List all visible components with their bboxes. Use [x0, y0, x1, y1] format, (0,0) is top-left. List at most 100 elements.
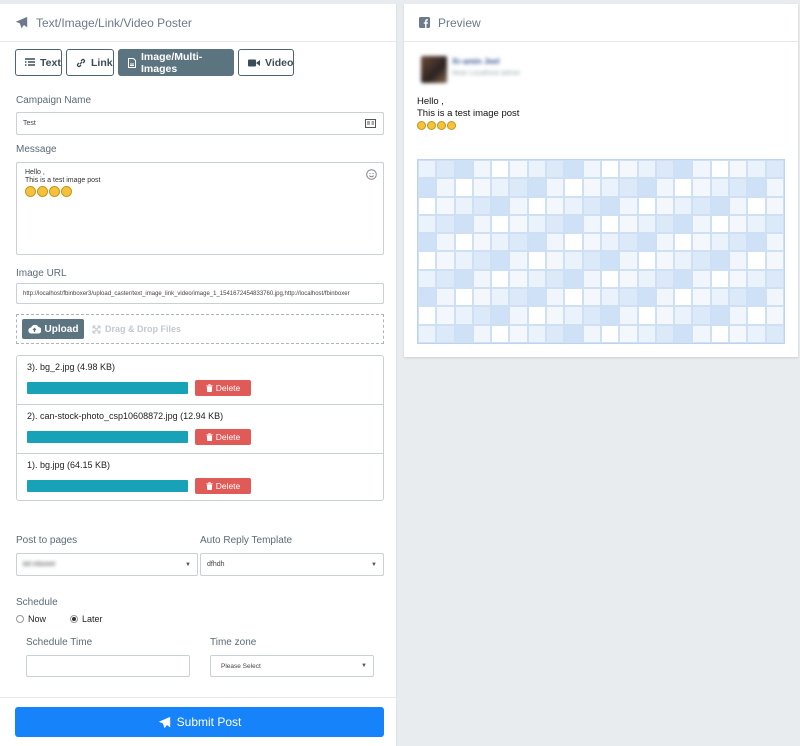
- radio-now[interactable]: Now: [16, 614, 46, 624]
- delete-button[interactable]: Delete: [195, 380, 251, 396]
- trash-icon: [205, 433, 213, 441]
- poster-panel-header: Text/Image/Link/Video Poster: [0, 4, 396, 42]
- caret-down-icon: ▼: [185, 561, 191, 568]
- image-url-label: Image URL: [16, 268, 67, 279]
- preview-page-sub: Near Localhost admin: [452, 70, 521, 77]
- emoji-icon: [437, 120, 446, 130]
- tab-link-label: Link: [91, 56, 113, 69]
- image-url-input[interactable]: http://localhost/fbinboxer3/upload_caste…: [16, 283, 384, 304]
- auto-reply-label: Auto Reply Template: [200, 535, 293, 546]
- progress-bar: [27, 431, 188, 443]
- list-item: 3). bg_2.jpg (4.98 KB) Delete: [17, 356, 383, 405]
- timezone-value: Please Select: [221, 662, 261, 670]
- drag-drop-hint: Drag & Drop Files: [92, 324, 181, 334]
- paper-plane-icon: [15, 16, 28, 29]
- timezone-select[interactable]: Please Select ▼: [210, 655, 374, 677]
- preview-line-1: Hello ,: [417, 96, 444, 107]
- preview-panel-header: Preview: [404, 4, 798, 42]
- schedule-time-input[interactable]: [26, 655, 190, 677]
- message-label: Message: [16, 144, 57, 155]
- id-card-icon: [365, 119, 376, 128]
- emoji-picker-icon[interactable]: [366, 169, 377, 180]
- radio-later[interactable]: Later: [70, 614, 103, 624]
- delete-label: Delete: [215, 383, 241, 393]
- preview-line-2: This is a test image post: [417, 108, 520, 119]
- emoji-icon: [37, 186, 48, 197]
- auto-reply-value: dfhdh: [207, 561, 225, 568]
- emoji-icon: [49, 186, 60, 197]
- upload-button-label: Upload: [44, 323, 79, 335]
- upload-zone[interactable]: Upload Drag & Drop Files: [16, 314, 384, 344]
- preview-panel-title: Preview: [438, 15, 481, 30]
- emoji-icon: [61, 186, 72, 197]
- poster-panel: Text/Image/Link/Video Poster Text Link I…: [0, 4, 397, 746]
- uploaded-files-list: 3). bg_2.jpg (4.98 KB) Delete 2). can-st…: [16, 355, 384, 501]
- post-type-tabs: Text Link Image/Multi-Images Video: [15, 49, 298, 76]
- trash-icon: [205, 482, 213, 490]
- emoji-icon: [447, 120, 456, 130]
- message-line-1: Hello ,: [25, 169, 45, 176]
- expand-arrows-icon: [92, 324, 101, 334]
- auto-reply-select[interactable]: dfhdh ▼: [200, 553, 384, 576]
- campaign-name-input[interactable]: Test: [16, 112, 384, 135]
- preview-page-name: Xr-amin Jeel: [452, 57, 500, 66]
- schedule-label: Schedule: [16, 597, 58, 608]
- preview-panel: Preview Xr-amin Jeel Near Localhost admi…: [404, 4, 798, 357]
- message-line-2: This is a test image post: [25, 177, 101, 184]
- progress-bar: [27, 382, 188, 394]
- tab-text[interactable]: Text: [15, 49, 62, 76]
- post-to-pages-value: bd inboxer: [23, 561, 56, 568]
- progress-bar: [27, 480, 188, 492]
- emoji-icon: [25, 186, 36, 197]
- submit-post-button[interactable]: Submit Post: [15, 707, 384, 737]
- list-item: 1). bg.jpg (64.15 KB) Delete: [17, 454, 383, 503]
- cloud-upload-icon: [27, 324, 41, 334]
- radio-later-label: Later: [82, 614, 103, 624]
- radio-now-label: Now: [28, 614, 47, 624]
- image-url-value: http://localhost/fbinboxer3/upload_caste…: [23, 290, 350, 297]
- tab-video[interactable]: Video: [238, 49, 294, 76]
- emoji-icon: [417, 120, 426, 130]
- facebook-icon: [419, 17, 430, 28]
- schedule-time-label: Schedule Time: [26, 637, 93, 648]
- submit-post-label: Submit Post: [176, 715, 242, 729]
- tab-image-label: Image/Multi-Images: [141, 50, 203, 75]
- post-to-pages-select[interactable]: bd inboxer ▼: [16, 553, 198, 576]
- upload-button[interactable]: Upload: [22, 319, 84, 339]
- tab-image-multi-images[interactable]: Image/Multi-Images: [118, 49, 234, 76]
- post-to-pages-label: Post to pages: [16, 535, 78, 546]
- message-emojis: [25, 186, 375, 197]
- drag-drop-label: Drag & Drop Files: [105, 324, 182, 334]
- tab-link[interactable]: Link: [66, 49, 114, 76]
- file-name: 3). bg_2.jpg (4.98 KB): [27, 362, 116, 372]
- caret-down-icon: ▼: [361, 663, 367, 669]
- file-name: 1). bg.jpg (64.15 KB): [27, 460, 111, 470]
- tab-video-label: Video: [265, 56, 294, 69]
- message-textarea[interactable]: Hello , This is a test image post: [16, 162, 384, 255]
- preview-emojis: [417, 120, 519, 132]
- video-icon: [248, 59, 260, 67]
- preview-post-text: Hello , This is a test image post: [417, 96, 519, 132]
- text-icon: [25, 58, 35, 67]
- caret-down-icon: ▼: [371, 561, 377, 568]
- radio-later-circle: [70, 615, 78, 623]
- poster-panel-title: Text/Image/Link/Video Poster: [36, 15, 192, 30]
- delete-label: Delete: [215, 481, 241, 491]
- delete-button[interactable]: Delete: [195, 429, 251, 445]
- campaign-name-label: Campaign Name: [16, 95, 92, 106]
- trash-icon: [205, 384, 213, 392]
- list-item: 2). can-stock-photo_csp10608872.jpg (12.…: [17, 405, 383, 454]
- avatar: [421, 56, 447, 83]
- delete-label: Delete: [215, 432, 241, 442]
- radio-now-circle: [16, 615, 24, 623]
- preview-image: [417, 159, 785, 344]
- timezone-label: Time zone: [210, 637, 257, 648]
- link-icon: [76, 58, 86, 68]
- emoji-icon: [427, 120, 436, 130]
- paper-plane-icon: [158, 716, 171, 729]
- image-file-icon: [128, 57, 136, 68]
- file-name: 2). can-stock-photo_csp10608872.jpg (12.…: [27, 411, 224, 421]
- delete-button[interactable]: Delete: [195, 478, 251, 494]
- tab-text-label: Text: [40, 56, 61, 69]
- footer-divider: [0, 697, 397, 698]
